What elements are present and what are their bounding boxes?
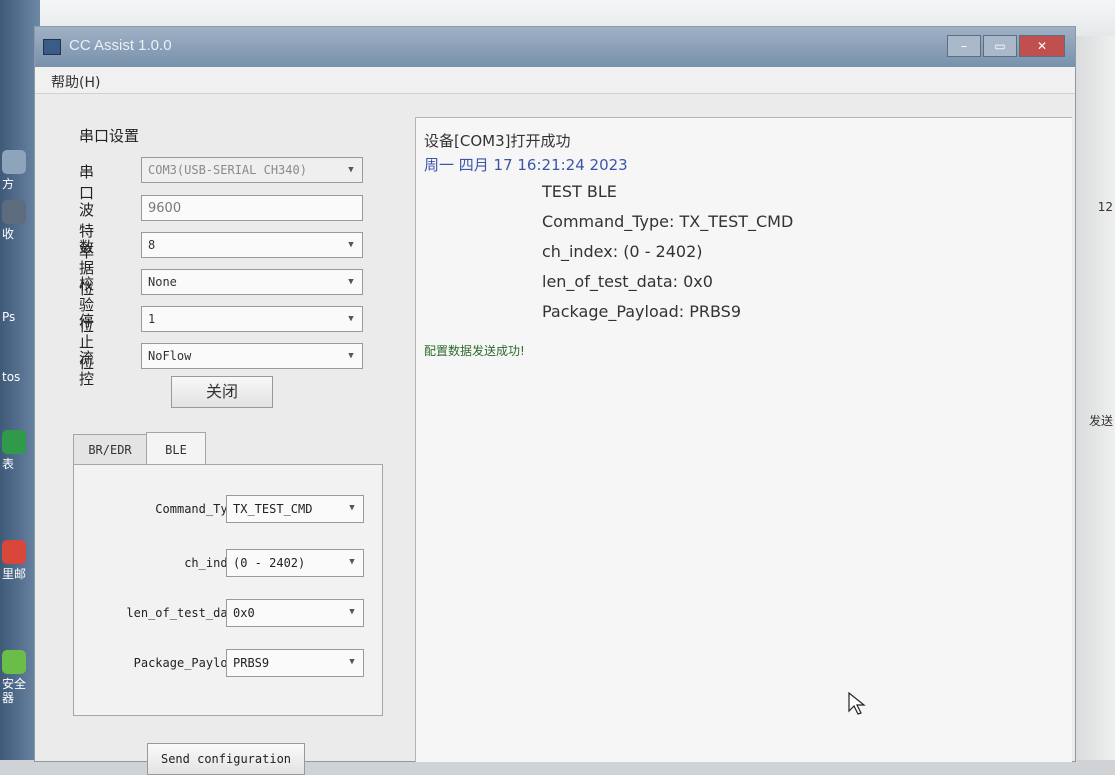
stopbits-select[interactable]: 1 ▼ xyxy=(141,306,363,332)
app-icon xyxy=(43,39,61,55)
flow-value: NoFlow xyxy=(148,349,192,363)
len-row: len_of_test_data 0x0 ▼ xyxy=(74,599,382,629)
chevron-down-icon: ▼ xyxy=(348,240,354,250)
ch-index-select[interactable]: (0 - 2402) ▼ xyxy=(226,549,364,577)
log-detail-line: len_of_test_data: 0x0 xyxy=(542,272,713,291)
window-title: CC Assist 1.0.0 xyxy=(69,37,172,54)
databits-value: 8 xyxy=(148,238,156,252)
chevron-down-icon: ▼ xyxy=(349,657,355,667)
desktop-label-1[interactable]: 方 xyxy=(2,150,36,191)
mouse-cursor-icon xyxy=(848,692,866,715)
send-configuration-button[interactable]: Send configuration xyxy=(147,743,305,775)
command-type-value: TX_TEST_CMD xyxy=(233,502,313,516)
log-timestamp: 周一 四月 17 16:21:24 2023 xyxy=(424,156,628,174)
tab-br-edr[interactable]: BR/EDR xyxy=(73,434,147,464)
log-detail-line: ch_index: (0 - 2402) xyxy=(542,242,703,261)
title-bar[interactable]: CC Assist 1.0.0 – ▭ ✕ xyxy=(35,27,1075,67)
payload-select[interactable]: PRBS9 ▼ xyxy=(226,649,364,677)
maximize-button[interactable]: ▭ xyxy=(983,35,1017,57)
parity-select[interactable]: None ▼ xyxy=(141,269,363,295)
settings-panel: 串口设置 串 口 COM3(USB-SERIAL CH340) ▼ 波特率 96… xyxy=(35,95,387,775)
chevron-down-icon: ▼ xyxy=(348,314,354,324)
payload-value: PRBS9 xyxy=(233,656,270,670)
right-edge-text-2: 发送 xyxy=(1088,414,1113,428)
ch-index-value: (0 - 2402) xyxy=(233,556,306,570)
tab-ble[interactable]: BLE xyxy=(146,432,206,466)
desktop-label-security[interactable]: 安全器 xyxy=(2,650,36,705)
chevron-down-icon: ▼ xyxy=(348,351,354,361)
parity-value: None xyxy=(148,275,177,289)
desktop-label-tos[interactable]: tos xyxy=(2,370,36,384)
app-window: CC Assist 1.0.0 – ▭ ✕ 帮助(H) 串口设置 串 口 COM… xyxy=(34,26,1076,775)
desktop-label-ps[interactable]: Ps xyxy=(2,310,36,324)
len-label: len_of_test_data xyxy=(126,606,242,620)
log-status-line: 设备[COM3]打开成功 xyxy=(424,132,571,150)
len-select[interactable]: 0x0 ▼ xyxy=(226,599,364,627)
log-detail-line: Command_Type: TX_TEST_CMD xyxy=(542,212,794,231)
port-select[interactable]: COM3(USB-SERIAL CH340) ▼ xyxy=(141,157,363,183)
desktop-label-sheet[interactable]: 表 xyxy=(2,430,36,471)
log-detail-line: TEST BLE xyxy=(542,182,617,201)
menu-bar: 帮助(H) xyxy=(35,67,1075,94)
window-controls: – ▭ ✕ xyxy=(947,35,1065,57)
serial-settings-title: 串口设置 xyxy=(79,127,140,145)
len-value: 0x0 xyxy=(233,606,255,620)
desktop-label-mail[interactable]: 里邮 xyxy=(2,540,36,581)
menu-help[interactable]: 帮助(H) xyxy=(51,72,100,92)
port-label: 串 口 xyxy=(79,163,96,202)
flow-select[interactable]: NoFlow ▼ xyxy=(141,343,363,369)
chevron-down-icon: ▼ xyxy=(349,607,355,617)
baud-input[interactable]: 9600 xyxy=(141,195,363,221)
stopbits-value: 1 xyxy=(148,312,156,326)
chevron-down-icon: ▼ xyxy=(349,557,355,567)
port-value: COM3(USB-SERIAL CH340) xyxy=(148,163,307,177)
close-port-button[interactable]: 关闭 xyxy=(171,376,273,408)
log-detail-line: Package_Payload: PRBS9 xyxy=(542,302,741,321)
chevron-down-icon: ▼ xyxy=(348,165,354,175)
desktop-label-2[interactable]: 收 xyxy=(2,200,36,241)
command-type-row: Command_Type TX_TEST_CMD ▼ xyxy=(74,495,382,525)
right-edge-text-1: 12 xyxy=(1097,200,1113,214)
log-success-line: 配置数据发送成功! xyxy=(424,344,525,358)
payload-row: Package_Payload PRBS9 ▼ xyxy=(74,649,382,679)
command-type-select[interactable]: TX_TEST_CMD ▼ xyxy=(226,495,364,523)
flow-label: 流 控 xyxy=(79,349,96,388)
chevron-down-icon: ▼ xyxy=(349,503,355,513)
ble-tab-pane: Command_Type TX_TEST_CMD ▼ ch_index (0 -… xyxy=(73,464,383,716)
minimize-button[interactable]: – xyxy=(947,35,981,57)
close-window-button[interactable]: ✕ xyxy=(1019,35,1065,57)
databits-select[interactable]: 8 ▼ xyxy=(141,232,363,258)
log-output[interactable]: 设备[COM3]打开成功 周一 四月 17 16:21:24 2023 TEST… xyxy=(415,117,1072,762)
chevron-down-icon: ▼ xyxy=(348,277,354,287)
ch-index-row: ch_index (0 - 2402) ▼ xyxy=(74,549,382,579)
desktop-right-strip xyxy=(1073,36,1115,760)
